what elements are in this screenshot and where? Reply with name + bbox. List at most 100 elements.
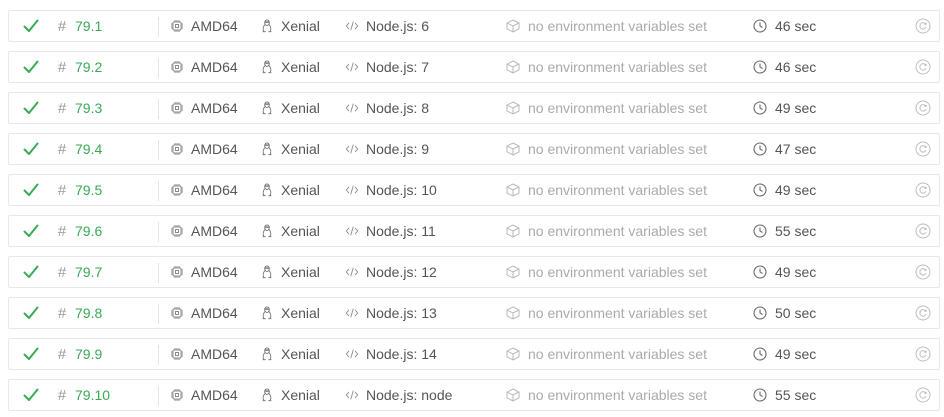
cpu-icon — [169, 339, 185, 369]
dist-label: Xenial — [281, 141, 320, 157]
check-icon — [21, 298, 41, 328]
language-label: Node.js: 12 — [366, 264, 437, 280]
job-row[interactable]: # 79.2 AMD64 Xenial Node.js: 7 no enviro… — [8, 51, 940, 83]
restart-icon[interactable] — [914, 298, 932, 328]
arch-label: AMD64 — [191, 18, 238, 34]
check-icon — [21, 257, 41, 287]
restart-icon[interactable] — [914, 339, 932, 369]
job-row[interactable]: # 79.3 AMD64 Xenial Node.js: 8 no enviro… — [8, 92, 940, 124]
job-row[interactable]: # 79.5 AMD64 Xenial Node.js: 10 no envir… — [8, 174, 940, 206]
job-row[interactable]: # 79.1 AMD64 Xenial Node.js: 6 no enviro… — [8, 10, 940, 42]
cpu-icon — [169, 52, 185, 82]
job-number[interactable]: 79.4 — [75, 134, 102, 164]
env-label: no environment variables set — [528, 141, 707, 157]
dist-label: Xenial — [281, 100, 320, 116]
linux-icon — [259, 339, 275, 369]
hash-icon: # — [57, 345, 67, 363]
duration-label: 49 sec — [775, 100, 817, 116]
language-label: Node.js: 13 — [366, 305, 437, 321]
divider — [158, 140, 159, 160]
job-list: # 79.1 AMD64 Xenial Node.js: 6 no enviro… — [0, 0, 944, 417]
check-icon — [21, 52, 41, 82]
duration-label: 55 sec — [775, 387, 817, 403]
cube-icon — [505, 11, 521, 41]
arch-label: AMD64 — [191, 305, 238, 321]
job-row[interactable]: # 79.6 AMD64 Xenial Node.js: 11 no envir… — [8, 215, 940, 247]
clock-icon — [752, 175, 768, 205]
divider — [158, 304, 159, 324]
divider — [158, 263, 159, 283]
dist-label: Xenial — [281, 182, 320, 198]
linux-icon — [259, 175, 275, 205]
cpu-icon — [169, 134, 185, 164]
env-label: no environment variables set — [528, 59, 707, 75]
job-row[interactable]: # 79.10 AMD64 Xenial Node.js: node no en… — [8, 379, 940, 411]
hash-icon: # — [57, 181, 67, 199]
cube-icon — [505, 52, 521, 82]
arch-label: AMD64 — [191, 59, 238, 75]
job-number[interactable]: 79.9 — [75, 339, 102, 369]
job-number[interactable]: 79.5 — [75, 175, 102, 205]
clock-icon — [752, 298, 768, 328]
code-icon — [343, 380, 361, 410]
job-number[interactable]: 79.3 — [75, 93, 102, 123]
language-label: Node.js: node — [366, 387, 453, 403]
check-icon — [21, 175, 41, 205]
restart-icon[interactable] — [914, 175, 932, 205]
duration-label: 49 sec — [775, 264, 817, 280]
restart-icon[interactable] — [914, 380, 932, 410]
env-label: no environment variables set — [528, 387, 707, 403]
restart-icon[interactable] — [914, 52, 932, 82]
cube-icon — [505, 93, 521, 123]
linux-icon — [259, 134, 275, 164]
env-label: no environment variables set — [528, 346, 707, 362]
clock-icon — [752, 52, 768, 82]
restart-icon[interactable] — [914, 93, 932, 123]
env-label: no environment variables set — [528, 182, 707, 198]
env-label: no environment variables set — [528, 18, 707, 34]
cube-icon — [505, 134, 521, 164]
restart-icon[interactable] — [914, 257, 932, 287]
code-icon — [343, 11, 361, 41]
cube-icon — [505, 339, 521, 369]
divider — [158, 17, 159, 37]
hash-icon: # — [57, 386, 67, 404]
job-number[interactable]: 79.2 — [75, 52, 102, 82]
dist-label: Xenial — [281, 264, 320, 280]
job-row[interactable]: # 79.4 AMD64 Xenial Node.js: 9 no enviro… — [8, 133, 940, 165]
divider — [158, 181, 159, 201]
language-label: Node.js: 7 — [366, 59, 430, 75]
restart-icon[interactable] — [914, 134, 932, 164]
code-icon — [343, 93, 361, 123]
job-row[interactable]: # 79.9 AMD64 Xenial Node.js: 14 no envir… — [8, 338, 940, 370]
linux-icon — [259, 216, 275, 246]
job-number[interactable]: 79.1 — [75, 11, 102, 41]
language-label: Node.js: 10 — [366, 182, 437, 198]
cpu-icon — [169, 216, 185, 246]
job-number[interactable]: 79.10 — [75, 380, 110, 410]
clock-icon — [752, 134, 768, 164]
cube-icon — [505, 257, 521, 287]
job-row[interactable]: # 79.8 AMD64 Xenial Node.js: 13 no envir… — [8, 297, 940, 329]
duration-label: 46 sec — [775, 59, 817, 75]
clock-icon — [752, 339, 768, 369]
job-number[interactable]: 79.8 — [75, 298, 102, 328]
job-row[interactable]: # 79.7 AMD64 Xenial Node.js: 12 no envir… — [8, 256, 940, 288]
divider — [158, 386, 159, 406]
dist-label: Xenial — [281, 305, 320, 321]
clock-icon — [752, 257, 768, 287]
job-number[interactable]: 79.6 — [75, 216, 102, 246]
language-label: Node.js: 6 — [366, 18, 430, 34]
divider — [158, 58, 159, 78]
linux-icon — [259, 257, 275, 287]
clock-icon — [752, 93, 768, 123]
arch-label: AMD64 — [191, 100, 238, 116]
dist-label: Xenial — [281, 387, 320, 403]
cube-icon — [505, 175, 521, 205]
cube-icon — [505, 298, 521, 328]
cpu-icon — [169, 298, 185, 328]
restart-icon[interactable] — [914, 11, 932, 41]
arch-label: AMD64 — [191, 223, 238, 239]
job-number[interactable]: 79.7 — [75, 257, 102, 287]
restart-icon[interactable] — [914, 216, 932, 246]
